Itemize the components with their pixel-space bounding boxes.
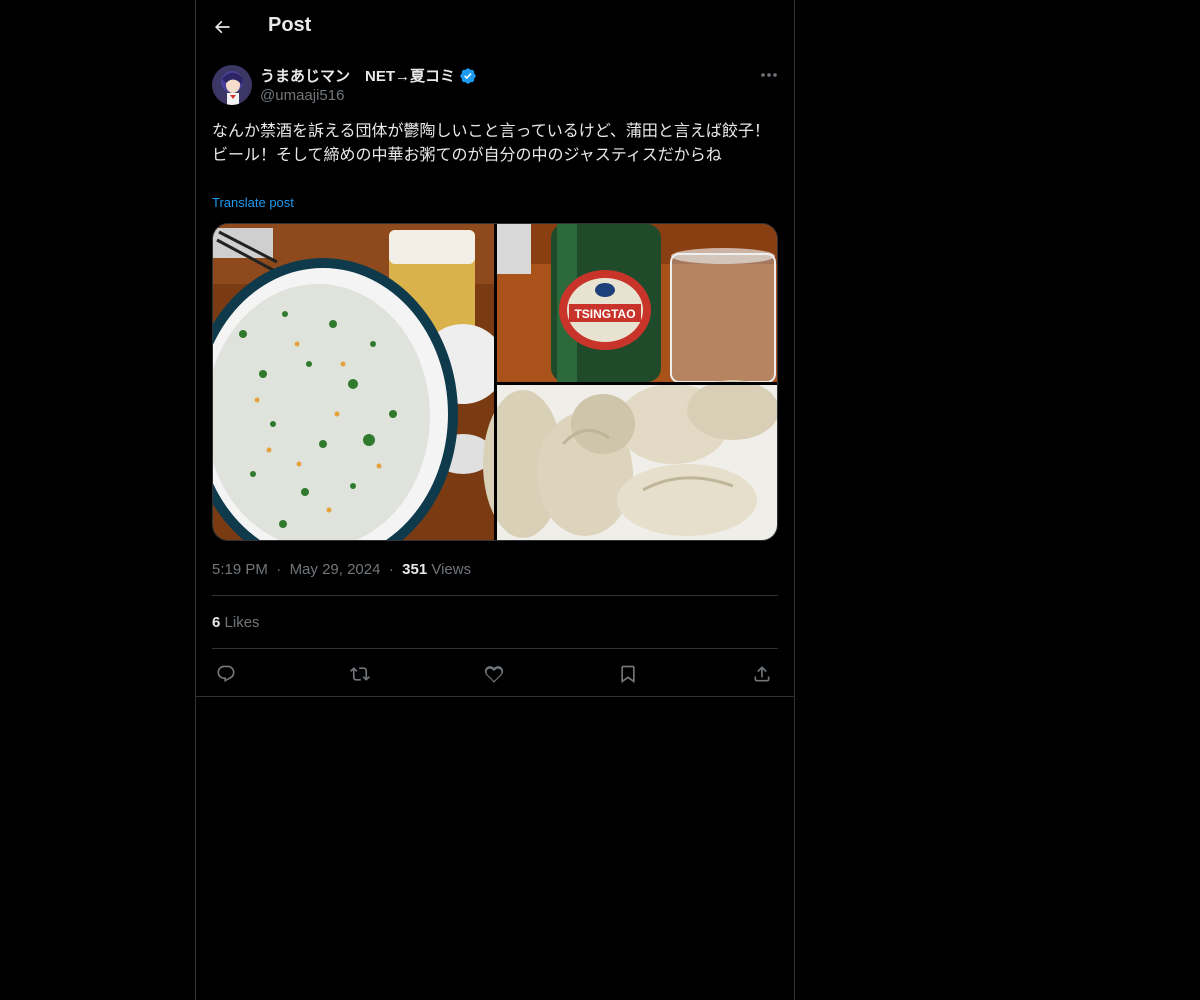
repost-button[interactable] xyxy=(346,660,374,688)
divider xyxy=(212,595,778,596)
post-metadata: 5:19 PM · May 29, 2024 · 351 Views xyxy=(212,561,471,578)
views-label: Views xyxy=(431,561,472,578)
page-header: Post xyxy=(196,0,794,53)
likes-stat[interactable]: 6 Likes xyxy=(212,614,260,631)
reply-button[interactable] xyxy=(212,660,240,688)
likes-label: Likes xyxy=(224,614,260,631)
meta-separator: · xyxy=(384,561,398,578)
author-name[interactable]: うまあじマン NET→夏コミ xyxy=(260,65,455,86)
action-bar xyxy=(212,660,778,688)
bookmark-button[interactable] xyxy=(614,660,642,688)
tsingtao-beer-photo[interactable]: TSINGTAO xyxy=(497,224,778,383)
media-grid: TSINGTAO xyxy=(212,223,778,541)
post-date[interactable]: May 29, 2024 xyxy=(290,561,381,578)
post-column: Post うまあじマン NET→夏コミ @umaaji516 なんか禁酒を訴える… xyxy=(195,0,795,1000)
author-handle[interactable]: @umaaji516 xyxy=(260,87,344,104)
page-title: Post xyxy=(268,14,312,36)
share-icon xyxy=(754,666,770,682)
post-text: なんか禁酒を訴える団体が鬱陶しいこと言っているけど、蒲田と言えば餃子！ビール！そ… xyxy=(212,123,770,164)
reply-icon xyxy=(217,665,235,682)
post-bottom-border xyxy=(196,696,794,697)
congee-photo[interactable] xyxy=(213,224,505,541)
meta-separator: · xyxy=(272,561,286,578)
more-options-button[interactable] xyxy=(756,65,782,85)
repost-icon xyxy=(350,667,370,681)
like-icon xyxy=(484,666,504,683)
share-button[interactable] xyxy=(748,660,776,688)
beer-label-text: TSINGTAO xyxy=(574,307,635,321)
back-arrow-icon xyxy=(215,20,230,34)
dumplings-photo[interactable] xyxy=(483,380,778,541)
bookmark-icon xyxy=(621,665,635,684)
back-button[interactable] xyxy=(206,11,238,43)
post-time[interactable]: 5:19 PM xyxy=(212,561,268,578)
views-count: 351 xyxy=(402,561,428,578)
translate-post-link[interactable]: Translate post xyxy=(212,195,294,210)
divider xyxy=(212,648,778,649)
more-dots-icon xyxy=(761,73,777,77)
likes-count: 6 xyxy=(212,614,221,631)
like-button[interactable] xyxy=(480,660,508,688)
author-name-row: うまあじマン NET→夏コミ xyxy=(260,65,477,86)
avatar[interactable] xyxy=(212,65,252,105)
verified-badge-icon xyxy=(460,67,476,84)
